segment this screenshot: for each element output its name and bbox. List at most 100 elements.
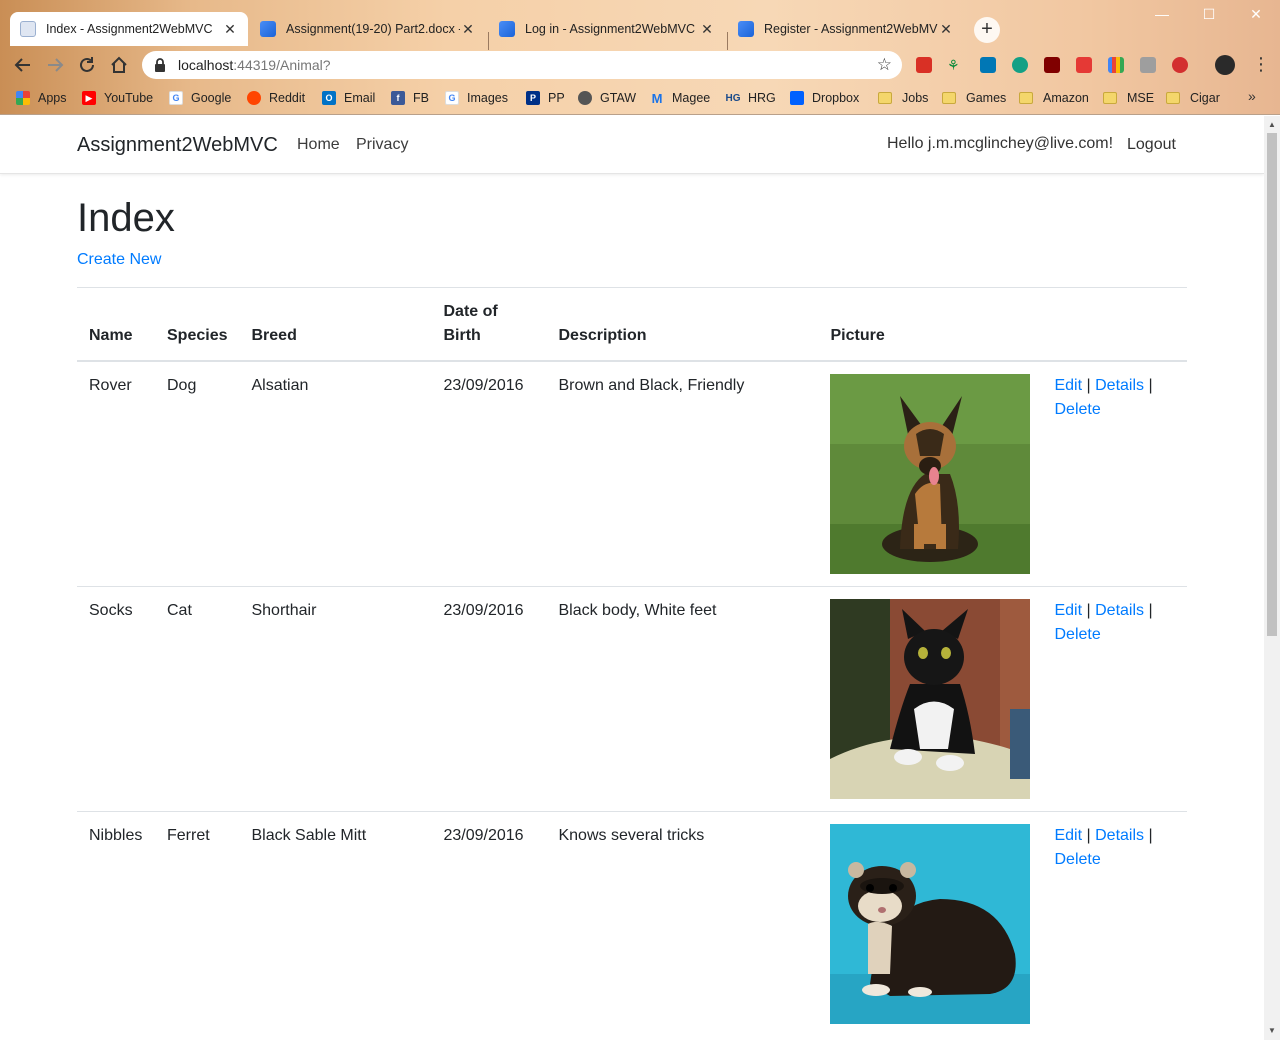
scrollbar-thumb[interactable] (1267, 133, 1277, 636)
details-link[interactable]: Details (1095, 377, 1144, 394)
avatar[interactable] (1215, 55, 1235, 75)
home-icon[interactable] (108, 54, 130, 76)
extension-a-icon[interactable] (1012, 57, 1028, 73)
cell-picture (818, 586, 1043, 812)
tab-title: Log in - Assignment2WebMVC - (525, 22, 699, 36)
reddit-icon (247, 91, 261, 105)
extension-leaf-icon[interactable]: ⚘ (947, 57, 963, 73)
cell-picture (818, 811, 1043, 1036)
forward-icon[interactable] (44, 54, 66, 76)
close-icon[interactable]: ✕ (222, 21, 238, 38)
extension-red-icon[interactable] (1076, 57, 1092, 73)
details-link[interactable]: Details (1095, 827, 1144, 844)
cell-breed: Alsatian (239, 360, 432, 587)
folder-icon (942, 92, 956, 104)
minimize-icon[interactable]: — (1147, 6, 1177, 22)
google-icon: G (169, 91, 183, 105)
lock-icon (154, 58, 168, 72)
scroll-up-icon[interactable]: ▲ (1268, 120, 1276, 129)
close-icon[interactable]: ✕ (460, 21, 476, 38)
edit-link[interactable]: Edit (1054, 827, 1082, 844)
cell-dob: 23/09/2016 (431, 811, 547, 1036)
cell-species: Cat (155, 586, 240, 812)
delete-link[interactable]: Delete (1054, 401, 1100, 418)
bookmark-folder-amazon[interactable]: Amazon (1019, 88, 1089, 108)
extension-linkedin-icon[interactable] (980, 57, 996, 73)
extension-adblock-icon[interactable] (1172, 57, 1188, 73)
outlook-icon: O (322, 91, 336, 105)
menu-icon[interactable]: ⋮ (1252, 54, 1270, 74)
bookmark-hrg[interactable]: HG HRG (726, 88, 776, 108)
tab-assignment-docx[interactable]: Assignment(19-20) Part2.docx - V ✕ (250, 12, 486, 46)
paypal-icon: P (526, 91, 540, 105)
nav-privacy[interactable]: Privacy (356, 136, 408, 154)
cell-name: Rover (77, 360, 155, 587)
extension-google-icon[interactable] (1108, 57, 1124, 73)
folder-icon (1103, 92, 1117, 104)
new-tab-button[interactable]: + (974, 17, 1000, 43)
close-icon[interactable]: ✕ (938, 21, 954, 38)
cat-picture (830, 599, 1031, 799)
scroll-down-icon[interactable]: ▼ (1268, 1026, 1276, 1035)
bookmark-google[interactable]: G Google (169, 88, 231, 108)
extension-lastpass-icon[interactable] (916, 57, 932, 73)
create-new-link[interactable]: Create New (77, 251, 161, 269)
tab-register[interactable]: Register - Assignment2WebMVC ✕ (728, 12, 964, 46)
table-row: Nibbles Ferret Black Sable Mitt 23/09/20… (77, 811, 1187, 1036)
details-link[interactable]: Details (1095, 602, 1144, 619)
bookmark-dropbox[interactable]: Dropbox (790, 88, 859, 108)
bookmark-youtube[interactable]: ▶ YouTube (82, 88, 153, 108)
page-scrollbar[interactable]: ▲ ▼ (1264, 116, 1280, 1040)
logout-button[interactable]: Logout (1127, 136, 1176, 154)
site-brand[interactable]: Assignment2WebMVC (77, 134, 278, 157)
browser-toolbar: localhost:44319/Animal? ☆ ⚘ ⋮ (0, 46, 1280, 84)
url-text: localhost:44319/Animal? (178, 57, 331, 73)
delete-link[interactable]: Delete (1054, 851, 1100, 868)
cell-actions: Edit | Details | Delete (1042, 811, 1187, 1036)
table-row: Rover Dog Alsatian 23/09/2016 Brown and … (77, 360, 1187, 587)
main-content: Index Create New Name Species Breed Date… (77, 174, 1187, 1036)
bookmark-fb[interactable]: f FB (391, 88, 429, 108)
user-greeting[interactable]: Hello j.m.mcglinchey@live.com! (887, 135, 1113, 153)
bookmark-folder-mse[interactable]: MSE (1103, 88, 1154, 108)
back-icon[interactable] (12, 54, 34, 76)
maximize-icon[interactable]: ☐ (1194, 6, 1224, 23)
cell-dob: 23/09/2016 (431, 586, 547, 812)
column-header-name: Name (77, 287, 155, 362)
tab-index[interactable]: Index - Assignment2WebMVC ✕ (10, 12, 248, 46)
cell-actions: Edit | Details | Delete (1042, 360, 1187, 587)
extension-gray-icon[interactable] (1140, 57, 1156, 73)
reload-icon[interactable] (76, 54, 98, 76)
bookmark-folder-games[interactable]: Games (942, 88, 1006, 108)
cell-species: Ferret (155, 811, 240, 1036)
bookmark-folder-jobs[interactable]: Jobs (878, 88, 928, 108)
close-icon[interactable]: ✕ (699, 21, 715, 38)
cell-breed: Shorthair (239, 586, 432, 812)
window-close-icon[interactable]: ✕ (1241, 6, 1271, 23)
bookmark-pp[interactable]: P PP (526, 88, 565, 108)
column-header-breed: Breed (239, 287, 432, 362)
address-bar[interactable]: localhost:44319/Animal? ☆ (142, 51, 902, 79)
bookmark-magee[interactable]: M Magee (650, 88, 711, 108)
bookmark-gtaw[interactable]: GTAW (578, 88, 636, 108)
nav-home[interactable]: Home (297, 136, 340, 154)
cell-actions: Edit | Details | Delete (1042, 586, 1187, 812)
bookmark-images[interactable]: G Images (445, 88, 508, 108)
site-navbar: Assignment2WebMVC Home Privacy Hello j.m… (0, 116, 1264, 174)
globe-icon (578, 91, 592, 105)
bookmark-apps[interactable]: Apps (16, 88, 67, 108)
bookmark-star-icon[interactable]: ☆ (877, 55, 892, 75)
table-header-row: Name Species Breed Date of Birth Descrip… (77, 287, 1187, 362)
edit-link[interactable]: Edit (1054, 377, 1082, 394)
tab-login[interactable]: Log in - Assignment2WebMVC - ✕ (489, 12, 725, 46)
more-bookmarks-icon[interactable]: » (1248, 88, 1256, 104)
bookmark-folder-cigar[interactable]: Cigar (1166, 88, 1220, 108)
action-separator: | (1148, 602, 1153, 619)
delete-link[interactable]: Delete (1054, 626, 1100, 643)
edit-link[interactable]: Edit (1054, 602, 1082, 619)
bookmark-email[interactable]: O Email (322, 88, 375, 108)
bookmark-reddit[interactable]: Reddit (247, 88, 305, 108)
extension-ublock-icon[interactable] (1044, 57, 1060, 73)
youtube-icon: ▶ (82, 91, 96, 105)
column-header-actions (1042, 287, 1187, 362)
